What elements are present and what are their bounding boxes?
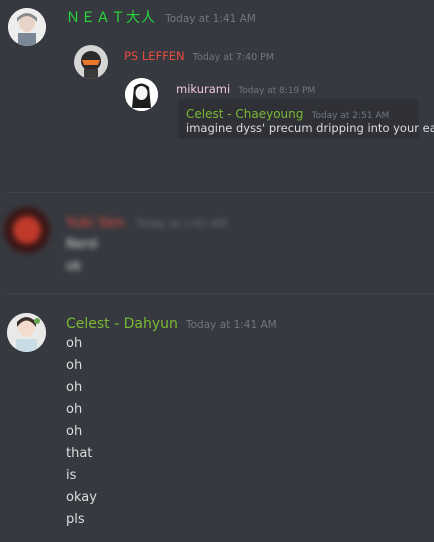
- username[interactable]: Yuki Sen: [66, 215, 125, 231]
- message-header: Yuki Sen Today at 1:41 AM: [66, 212, 227, 231]
- message-header: PS LEFFEN Today at 7:40 PM: [124, 45, 274, 64]
- timestamp: Today at 1:41 AM: [135, 218, 227, 230]
- timestamp: Today at 1:41 AM: [185, 319, 277, 331]
- quote-author[interactable]: Celest - Chaeyoung: [186, 107, 303, 121]
- message-line: ok: [66, 259, 82, 274]
- message-body: Nerd ok: [66, 234, 97, 278]
- quote-block: Celest - Chaeyoung Today at 2:51 AM imag…: [178, 99, 434, 139]
- message-header: Celest - Dahyun Today at 1:41 AM: [66, 313, 277, 332]
- message-header: ＮＥＡＴ大人 Today at 1:41 AM: [66, 7, 256, 29]
- username[interactable]: Celest - Dahyun: [66, 316, 178, 332]
- message-line: oh: [66, 358, 83, 373]
- message-line: oh: [66, 402, 83, 417]
- message-divider: [7, 192, 434, 193]
- username[interactable]: ＮＥＡＴ大人: [66, 10, 156, 26]
- avatar[interactable]: [7, 313, 46, 352]
- avatar[interactable]: [74, 45, 108, 79]
- message-line: okay: [66, 490, 97, 505]
- message-body: oh oh oh oh oh that is okay pls: [66, 333, 97, 531]
- message-line: that: [66, 446, 93, 461]
- message-line: oh: [66, 424, 83, 439]
- timestamp: Today at 7:40 PM: [192, 52, 275, 63]
- avatar[interactable]: [4, 207, 50, 253]
- quote-timestamp: Today at 2:51 AM: [311, 111, 390, 121]
- timestamp: Today at 1:41 AM: [165, 13, 256, 25]
- message-divider: [7, 293, 434, 294]
- message-line: Nerd: [66, 237, 98, 252]
- message-line: oh: [66, 380, 83, 395]
- username[interactable]: mikurami: [176, 82, 230, 96]
- avatar[interactable]: [125, 78, 158, 111]
- username[interactable]: PS LEFFEN: [124, 49, 185, 63]
- quote-text: imagine dyss' precum dripping into your …: [186, 121, 434, 135]
- message-line: is: [66, 468, 77, 483]
- avatar[interactable]: [8, 8, 46, 46]
- message-line: oh: [66, 336, 83, 351]
- message-line: pls: [66, 512, 85, 527]
- message-header: mikurami Today at 8:19 PM: [176, 78, 315, 97]
- timestamp: Today at 8:19 PM: [238, 86, 316, 96]
